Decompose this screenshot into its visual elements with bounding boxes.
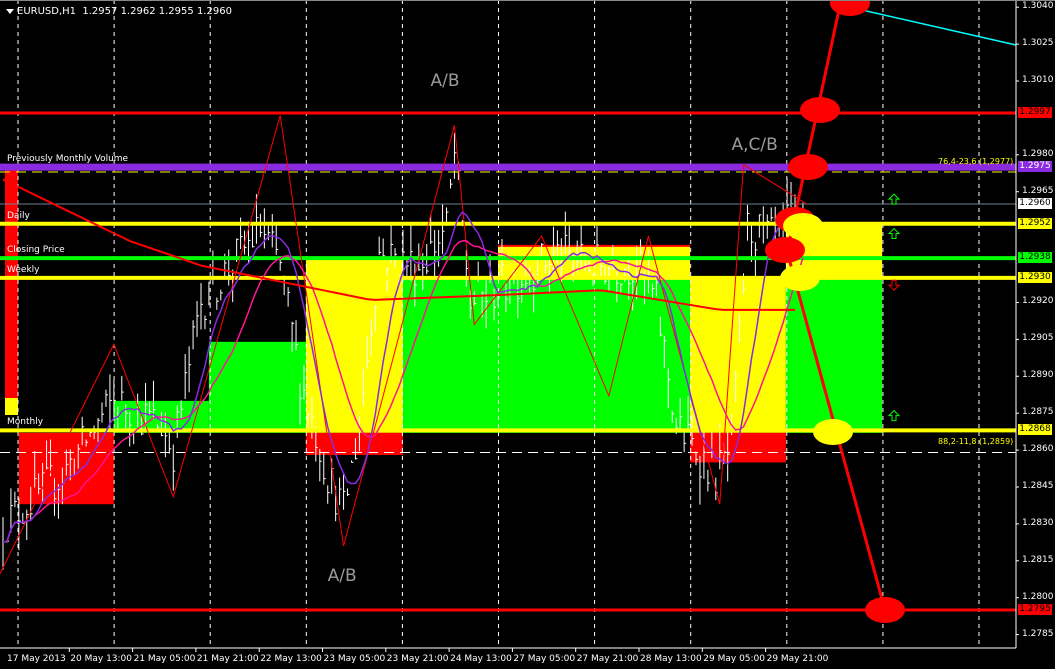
- fib-level-label: 76,4-23,6 (1,2977): [938, 156, 1014, 166]
- chart-labels: 1.3040 1.3025 1.3010 1.2980 1.2965 1.2920 1.29…: [0, 0, 1055, 669]
- close-price: 1.2960: [196, 6, 232, 17]
- price-tick-label: 1.2905: [1022, 333, 1054, 344]
- time-tick-label: 23 May 21:00: [386, 654, 449, 664]
- price-tick-label: 1.3025: [1022, 38, 1054, 49]
- level-label: Previously Monthly Volume: [7, 154, 129, 165]
- time-tick-label: 23 May 05:00: [323, 654, 386, 664]
- level-label: Weekly: [7, 264, 40, 275]
- level-label: Closing Price: [7, 245, 65, 256]
- price-tick-label: 1.2800: [1022, 591, 1054, 602]
- price-marker: 1.2997: [1018, 107, 1052, 118]
- price-marker: 1.2795: [1018, 604, 1052, 615]
- high-price: 1.2962: [120, 6, 156, 17]
- price-tick-label: 1.3010: [1022, 75, 1054, 85]
- low-price: 1.2955: [158, 6, 194, 17]
- price-tick-label: 1.2875: [1022, 407, 1054, 418]
- level-label: Daily: [7, 210, 30, 221]
- open-price: 1.2957: [82, 6, 118, 17]
- symbol: EURUSD,H1: [17, 6, 77, 17]
- wave-annotation: A/B: [327, 565, 357, 586]
- price-marker: 1.2952: [1018, 217, 1052, 229]
- wave-annotation: A/B: [430, 71, 460, 91]
- price-tick-label: 1.2920: [1022, 296, 1054, 307]
- wave-annotation: A,C/B: [731, 134, 778, 155]
- price-tick-label: 1.2860: [1022, 444, 1054, 455]
- chart-title: EURUSD,H1 1.2957 1.2962 1.2955 1.2960: [6, 6, 232, 17]
- price-tick-label: 1.2845: [1022, 480, 1054, 491]
- fib-level-label: 88,2-11,8 (1,2859): [938, 437, 1014, 447]
- price-tick-label: 1.2815: [1022, 554, 1054, 565]
- time-tick-label: 21 May 21:00: [196, 654, 259, 664]
- time-tick-label: 29 May 21:00: [766, 654, 829, 664]
- time-tick-label: 21 May 05:00: [133, 654, 196, 664]
- price-marker: 1.2975: [1018, 161, 1052, 173]
- price-tick-label: 1.2785: [1022, 628, 1054, 639]
- price-marker: 1.2868: [1018, 424, 1052, 436]
- time-tick-label: 20 May 13:00: [70, 654, 133, 664]
- price-tick-label: 1.2965: [1022, 185, 1054, 196]
- level-label: Monthly: [7, 417, 44, 428]
- price-tick-label: 1.3040: [1022, 1, 1054, 12]
- time-tick-label: 17 May 2013: [7, 654, 66, 664]
- time-tick-label: 27 May 21:00: [576, 654, 639, 664]
- price-tick-label: 1.2830: [1022, 517, 1054, 528]
- price-marker: 1.2938: [1018, 252, 1052, 264]
- price-marker: 1.2960: [1018, 198, 1052, 210]
- price-tick-label: 1.2890: [1022, 370, 1054, 381]
- time-tick-label: 29 May 05:00: [703, 654, 766, 664]
- time-tick-label: 24 May 13:00: [450, 654, 512, 664]
- time-tick-label: 27 May 05:00: [513, 654, 576, 664]
- dropdown-triangle-icon[interactable]: [6, 8, 14, 14]
- price-tick-label: 1.2980: [1022, 148, 1054, 159]
- time-tick-label: 22 May 13:00: [260, 654, 322, 664]
- time-tick-label: 28 May 13:00: [640, 654, 702, 664]
- price-marker: 1.2930: [1018, 271, 1052, 283]
